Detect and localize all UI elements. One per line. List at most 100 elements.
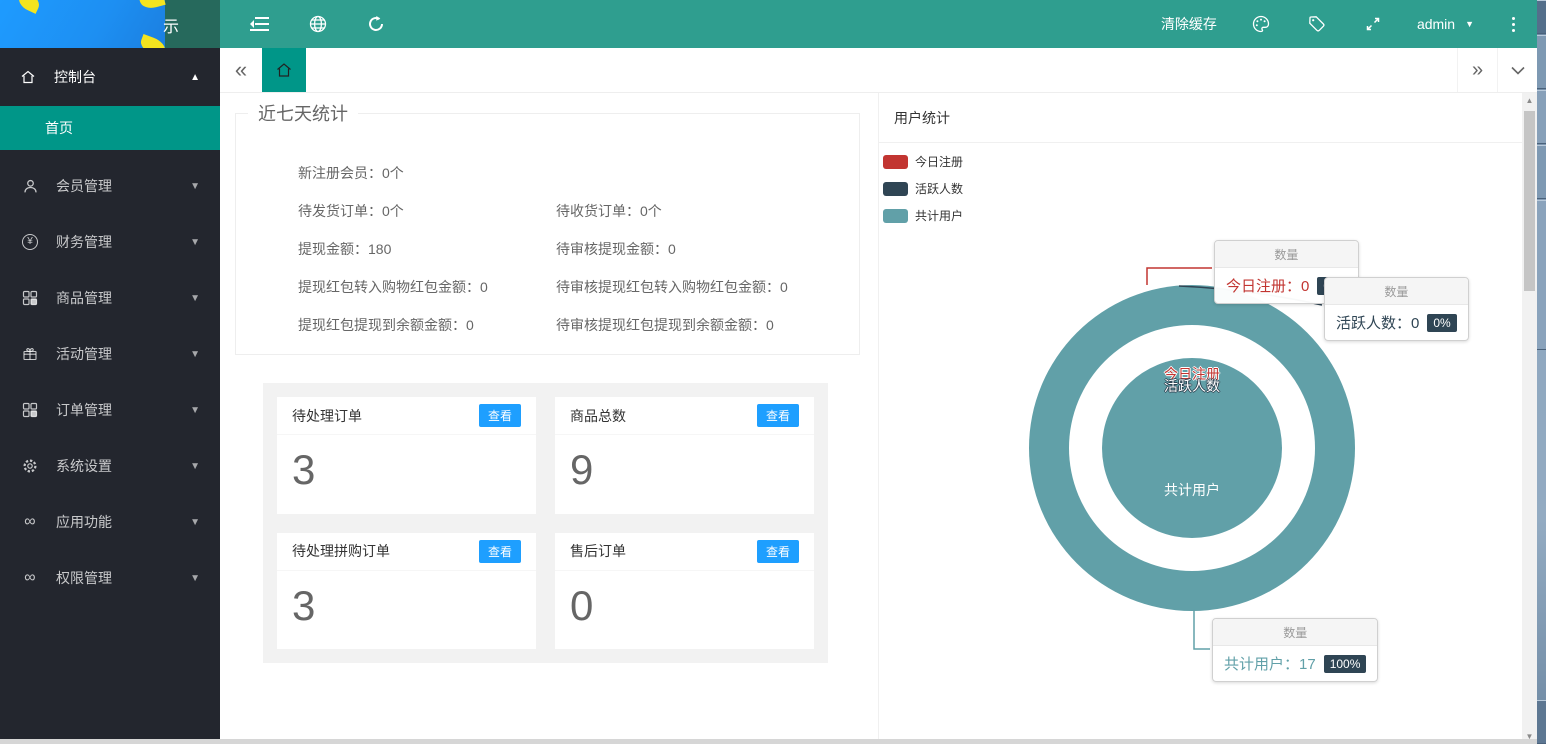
logo-area: 示 bbox=[0, 0, 220, 48]
sidebar-item-label: 系统设置 bbox=[56, 456, 112, 476]
tooltip-text: 共计用户：17 bbox=[1224, 653, 1316, 674]
yen-icon: ¥ bbox=[20, 234, 40, 250]
vertical-scrollbar: ▲ ▼ bbox=[1522, 93, 1537, 744]
collapse-menu-icon[interactable] bbox=[248, 12, 272, 36]
home-icon bbox=[274, 60, 294, 80]
legend-swatch bbox=[883, 182, 908, 196]
scroll-up-arrow[interactable]: ▲ bbox=[1522, 93, 1537, 108]
view-button[interactable]: 查看 bbox=[479, 404, 521, 427]
card-value: 3 bbox=[277, 435, 536, 493]
chart-tooltip-total: 数量 共计用户：17 100% bbox=[1212, 618, 1378, 682]
chevron-down-icon: ▼ bbox=[190, 573, 200, 584]
more-vertical-icon[interactable] bbox=[1512, 17, 1515, 32]
username: admin bbox=[1417, 16, 1455, 32]
components-icon bbox=[20, 290, 40, 306]
scrollbar-thumb[interactable] bbox=[1524, 111, 1535, 291]
chevron-down-icon: ▼ bbox=[1465, 19, 1474, 29]
legend-item-total[interactable]: 共计用户 bbox=[883, 207, 963, 224]
palette-icon[interactable] bbox=[1249, 12, 1273, 36]
navbar-right-group: 清除缓存 admin ▼ bbox=[1161, 12, 1515, 36]
view-button[interactable]: 查看 bbox=[757, 540, 799, 563]
card-title: 商品总数 bbox=[570, 406, 626, 426]
percent-badge: 0% bbox=[1427, 314, 1456, 332]
stat-value: 待收货订单：0个 bbox=[556, 201, 662, 221]
sidebar-item-permissions[interactable]: ∞ 权限管理 ▼ bbox=[0, 550, 220, 606]
stats-row: 提现红包转入购物红包金额：0待审核提现红包转入购物红包金额：0 bbox=[298, 268, 859, 306]
sidebar-item-goods[interactable]: 商品管理 ▼ bbox=[0, 270, 220, 326]
seven-day-stats-panel: 近七天统计 新注册会员：0个 待发货订单：0个待收货订单：0个 提现金额：180… bbox=[235, 113, 860, 355]
tooltip-header: 数量 bbox=[1215, 241, 1358, 268]
donut-gap bbox=[1069, 325, 1315, 571]
stat-value: 提现金额：180 bbox=[298, 239, 556, 259]
caret-up-icon: ▲ bbox=[190, 72, 200, 83]
gift-icon bbox=[20, 346, 40, 362]
percent-badge: 100% bbox=[1324, 655, 1367, 673]
sidebar-item-finance[interactable]: ¥ 财务管理 ▼ bbox=[0, 214, 220, 270]
card-pending-orders: 待处理订单 查看 3 bbox=[277, 397, 536, 514]
chart-tooltip-active: 数量 活跃人数：00% bbox=[1324, 277, 1469, 341]
card-pending-groupbuy-orders: 待处理拼购订单 查看 3 bbox=[277, 533, 536, 650]
view-button[interactable]: 查看 bbox=[757, 404, 799, 427]
sidebar-item-label: 订单管理 bbox=[56, 400, 112, 420]
card-value: 0 bbox=[555, 571, 814, 629]
user-stats-title: 用户统计 bbox=[879, 93, 1522, 143]
tooltip-header: 数量 bbox=[1213, 619, 1377, 646]
tab-home-active[interactable] bbox=[262, 48, 306, 92]
clear-cache-button[interactable]: 清除缓存 bbox=[1161, 14, 1217, 34]
donut-chart[interactable] bbox=[1029, 285, 1355, 611]
chevron-down-icon bbox=[1511, 66, 1525, 75]
chevron-down-icon: ▼ bbox=[190, 517, 200, 528]
tab-right-controls: » bbox=[1457, 48, 1537, 92]
tag-icon[interactable] bbox=[1305, 12, 1329, 36]
sidebar-item-settings[interactable]: 系统设置 ▼ bbox=[0, 438, 220, 494]
tab-scroll-right-button[interactable]: » bbox=[1457, 48, 1497, 92]
fullscreen-icon[interactable] bbox=[1361, 12, 1385, 36]
logo-image bbox=[0, 0, 165, 48]
sidebar-item-home-active[interactable]: 首页 bbox=[0, 106, 220, 150]
legend-item-active[interactable]: 活跃人数 bbox=[883, 180, 963, 197]
tooltip-header: 数量 bbox=[1325, 278, 1468, 305]
card-title: 待处理订单 bbox=[292, 406, 362, 426]
sidebar-item-apps[interactable]: ∞ 应用功能 ▼ bbox=[0, 494, 220, 550]
stats-row: 新注册会员：0个 bbox=[298, 154, 859, 192]
tab-scroll-left-button[interactable]: « bbox=[220, 48, 262, 92]
chart-label-total: 共计用户 bbox=[1164, 480, 1220, 500]
sidebar-item-activities[interactable]: 活动管理 ▼ bbox=[0, 326, 220, 382]
sidebar-menu: 会员管理 ▼ ¥ 财务管理 ▼ 商品管理 ▼ 活动管理 ▼ 订单管理 bbox=[0, 158, 220, 606]
stat-value: 待审核提现红包转入购物红包金额：0 bbox=[556, 277, 788, 297]
view-button[interactable]: 查看 bbox=[479, 540, 521, 563]
legend-swatch bbox=[883, 155, 908, 169]
globe-icon[interactable] bbox=[306, 12, 330, 36]
gear-icon bbox=[20, 458, 40, 474]
sidebar-item-console[interactable]: 控制台 ▲ bbox=[0, 48, 220, 106]
card-title: 待处理拼购订单 bbox=[292, 541, 390, 561]
refresh-icon[interactable] bbox=[364, 12, 388, 36]
card-title: 售后订单 bbox=[570, 541, 626, 561]
legend-item-register[interactable]: 今日注册 bbox=[883, 153, 963, 170]
card-aftersale-orders: 售后订单 查看 0 bbox=[555, 533, 814, 650]
logo-text: 示 bbox=[163, 13, 180, 37]
sidebar-item-label: 商品管理 bbox=[56, 288, 112, 308]
main-content: 近七天统计 新注册会员：0个 待发货订单：0个待收货订单：0个 提现金额：180… bbox=[220, 93, 1522, 744]
sidebar-item-members[interactable]: 会员管理 ▼ bbox=[0, 158, 220, 214]
seven-day-stats-rows: 新注册会员：0个 待发货订单：0个待收货订单：0个 提现金额：180待审核提现金… bbox=[236, 114, 859, 344]
sidebar-item-label: 会员管理 bbox=[56, 176, 112, 196]
stat-value: 提现红包提现到余额金额：0 bbox=[298, 315, 556, 335]
legend-label: 今日注册 bbox=[915, 153, 963, 170]
sidebar-item-orders[interactable]: 订单管理 ▼ bbox=[0, 382, 220, 438]
home-icon bbox=[20, 69, 36, 85]
top-navbar: 清除缓存 admin ▼ bbox=[220, 0, 1537, 48]
stats-row: 待发货订单：0个待收货订单：0个 bbox=[298, 192, 859, 230]
components-icon bbox=[20, 402, 40, 418]
chevron-down-icon: ▼ bbox=[190, 461, 200, 472]
card-value: 3 bbox=[277, 571, 536, 629]
user-menu[interactable]: admin ▼ bbox=[1417, 16, 1474, 32]
legend-label: 活跃人数 bbox=[915, 180, 963, 197]
stat-value: 待审核提现红包提现到余额金额：0 bbox=[556, 315, 774, 335]
user-stats-panel: 用户统计 今日注册 活跃人数 共计用户 今日注册 活跃人数 共计用户 bbox=[878, 93, 1522, 744]
navbar-left-group bbox=[248, 12, 388, 36]
window-edge-strip bbox=[1537, 0, 1546, 744]
tab-menu-button[interactable] bbox=[1497, 48, 1537, 92]
legend-label: 共计用户 bbox=[915, 207, 963, 224]
leaf-decoration bbox=[16, 0, 43, 14]
